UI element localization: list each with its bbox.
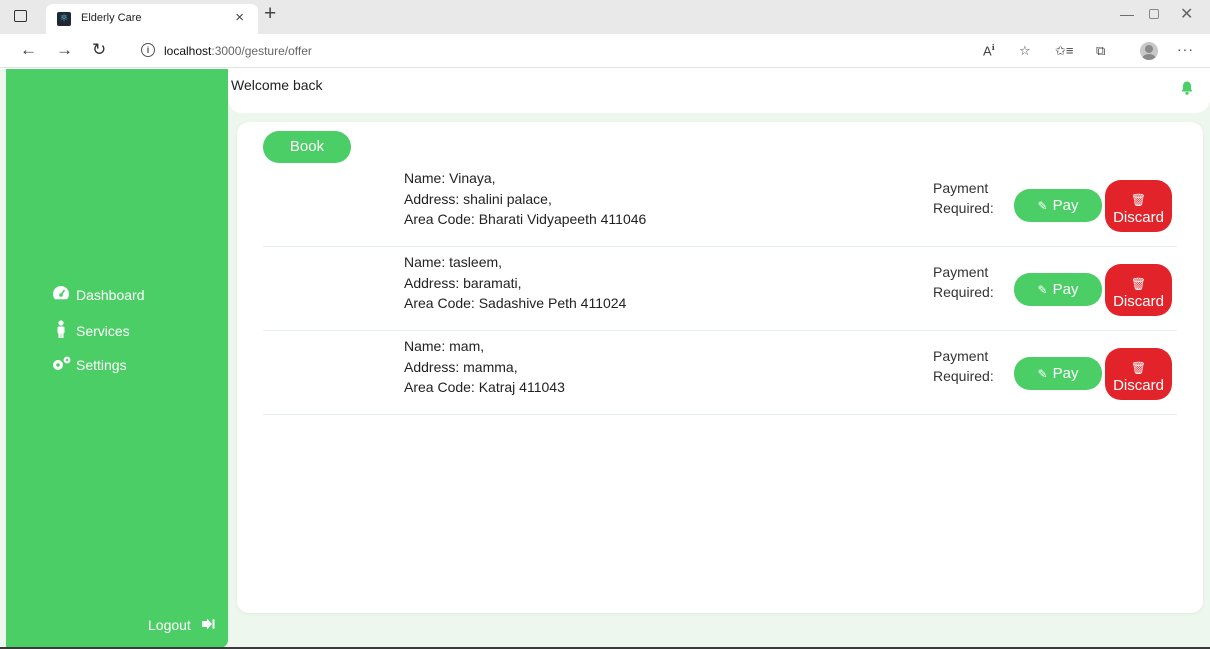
discard-label: Discard xyxy=(1113,292,1164,310)
sidebar: Dashboard Services Settings Logout xyxy=(6,69,228,648)
booking-info: Name: mam, Address: mamma, Area Code: Ka… xyxy=(404,336,565,398)
site-info-icon[interactable]: i xyxy=(141,43,155,57)
booking-address: Address: mamma, xyxy=(404,358,518,375)
payment-label-line1: Payment xyxy=(933,180,989,196)
url-path: :3000/gesture/offer xyxy=(211,44,312,58)
sidebar-item-services[interactable]: Services xyxy=(50,320,130,342)
booking-address: Address: shalini palace, xyxy=(404,190,552,207)
browser-address-bar: ← → ↻ i localhost:3000/gesture/offer Aℹ … xyxy=(0,34,1210,68)
trash-icon: 🗑 xyxy=(1130,276,1147,291)
discard-button[interactable]: 🗑 Discard xyxy=(1105,264,1172,316)
sidebar-item-dashboard[interactable]: Dashboard xyxy=(50,285,145,305)
payment-required-label: Payment Required: xyxy=(933,178,994,218)
react-favicon-icon: ⚛ xyxy=(57,12,71,26)
booking-info: Name: Vinaya, Address: shalini palace, A… xyxy=(404,168,646,230)
sidebar-item-label: Settings xyxy=(76,357,127,373)
trash-icon: 🗑 xyxy=(1130,360,1147,375)
cogs-icon xyxy=(50,355,72,375)
sidebar-item-settings[interactable]: Settings xyxy=(50,355,127,375)
more-options-icon[interactable]: ··· xyxy=(1177,41,1194,57)
booking-name: Name: mam, xyxy=(404,338,485,354)
top-header: Welcome back xyxy=(228,69,1210,113)
reload-icon[interactable]: ↻ xyxy=(92,40,106,60)
booking-row: Name: Vinaya, Address: shalini palace, A… xyxy=(263,163,1177,247)
payment-label-line2: Required: xyxy=(933,284,994,300)
discard-button[interactable]: 🗑 Discard xyxy=(1105,180,1172,232)
discard-label: Discard xyxy=(1113,376,1164,394)
edit-icon: ✎ xyxy=(1037,282,1048,297)
logout-label: Logout xyxy=(148,617,191,633)
booking-info: Name: tasleem, Address: baramati, Area C… xyxy=(404,252,626,314)
booking-area: Area Code: Sadashive Peth 411024 xyxy=(404,295,627,311)
trash-icon: 🗑 xyxy=(1130,192,1147,207)
sidebar-item-label: Services xyxy=(76,323,130,339)
bell-icon[interactable] xyxy=(1181,81,1193,100)
payment-required-label: Payment Required: xyxy=(933,346,994,386)
pay-button[interactable]: ✎ Pay xyxy=(1014,273,1102,306)
booking-row: Name: tasleem, Address: baramati, Area C… xyxy=(263,247,1177,331)
favorites-list-icon[interactable]: ✩≡ xyxy=(1055,43,1073,59)
favorite-star-icon[interactable]: ☆ xyxy=(1019,43,1031,59)
booking-area: Area Code: Katraj 411043 xyxy=(404,379,565,395)
window-close-icon[interactable]: ✕ xyxy=(1180,4,1193,24)
maximize-icon[interactable] xyxy=(1149,9,1159,19)
collections-icon[interactable]: ⧉ xyxy=(1096,43,1105,59)
payment-label-line1: Payment xyxy=(933,348,989,364)
tab-close-icon[interactable]: × xyxy=(235,9,244,26)
tab-actions-icon[interactable] xyxy=(14,10,27,22)
url-field[interactable]: localhost:3000/gesture/offer xyxy=(164,44,312,58)
logout-button[interactable]: Logout xyxy=(148,617,215,633)
edit-icon: ✎ xyxy=(1037,366,1048,381)
profile-avatar-icon[interactable] xyxy=(1140,42,1158,60)
new-tab-icon[interactable]: + xyxy=(264,2,276,26)
discard-button[interactable]: 🗑 Discard xyxy=(1105,348,1172,400)
pay-label: Pay xyxy=(1052,365,1079,382)
booking-row: Name: mam, Address: mamma, Area Code: Ka… xyxy=(263,331,1177,415)
read-aloud-icon[interactable]: Aℹ xyxy=(983,43,995,58)
payment-label-line2: Required: xyxy=(933,200,994,216)
person-icon xyxy=(50,320,72,342)
pay-label: Pay xyxy=(1052,197,1079,214)
pay-label: Pay xyxy=(1052,281,1079,298)
minimize-icon[interactable]: — xyxy=(1120,6,1134,22)
tab-title: Elderly Care xyxy=(81,12,142,24)
pay-button[interactable]: ✎ Pay xyxy=(1014,189,1102,222)
app-area: Dashboard Services Settings Logout Welco… xyxy=(0,69,1210,649)
book-button[interactable]: Book xyxy=(263,131,351,163)
edit-icon: ✎ xyxy=(1037,198,1048,213)
browser-tab-bar: ⚛ Elderly Care × + — ✕ xyxy=(0,0,1210,34)
browser-tab[interactable]: ⚛ Elderly Care × xyxy=(46,4,258,34)
payment-required-label: Payment Required: xyxy=(933,262,994,302)
booking-address: Address: baramati, xyxy=(404,274,522,291)
payment-label-line2: Required: xyxy=(933,368,994,384)
sign-out-icon xyxy=(201,618,215,633)
payment-label-line1: Payment xyxy=(933,264,989,280)
discard-label: Discard xyxy=(1113,208,1164,226)
booking-name: Name: Vinaya, xyxy=(404,170,496,186)
booking-area: Area Code: Bharati Vidyapeeth 411046 xyxy=(404,211,647,227)
url-host: localhost xyxy=(164,44,212,58)
welcome-text: Welcome back xyxy=(231,77,323,93)
back-arrow-icon[interactable]: ← xyxy=(20,40,37,60)
pay-button[interactable]: ✎ Pay xyxy=(1014,357,1102,390)
dashboard-icon xyxy=(50,285,72,305)
sidebar-item-label: Dashboard xyxy=(76,287,145,303)
booking-name: Name: tasleem, xyxy=(404,254,503,270)
bookings-card: Book Name: Vinaya, Address: shalini pala… xyxy=(237,122,1203,613)
forward-arrow-icon[interactable]: → xyxy=(56,40,73,60)
